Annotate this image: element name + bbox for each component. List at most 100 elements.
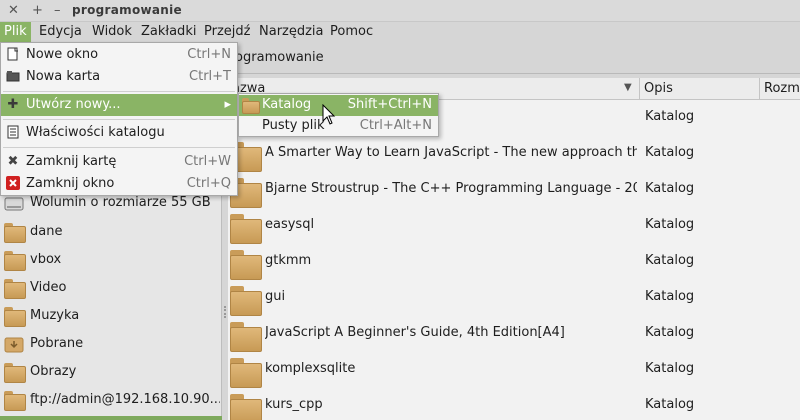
file-row[interactable]: JavaScript A Beginner's Guide, 4th Editi… (228, 316, 800, 352)
menu-edit[interactable]: Edycja (35, 22, 86, 42)
file-name: kurs_cpp (265, 397, 323, 412)
submenu-item-shortcut: Shift+Ctrl+N (347, 97, 432, 112)
file-row[interactable]: gui Katalog (228, 280, 800, 316)
submenu-arrow-icon: ▸ (224, 97, 231, 112)
file-description: Katalog (645, 217, 695, 232)
folder-icon (230, 250, 262, 280)
file-menu: Nowe okno Ctrl+N Nowa karta Ctrl+T ✚ Utw… (0, 42, 238, 196)
sidebar-item-label: ftp://admin@192.168.10.90... (30, 392, 220, 407)
new-tab-icon (5, 69, 21, 85)
menu-bookmarks[interactable]: Zakładki (137, 22, 200, 42)
menu-item-shortcut: Ctrl+N (187, 47, 231, 62)
submenu-item-shortcut: Ctrl+Alt+N (359, 118, 432, 133)
file-description: Katalog (645, 109, 695, 124)
menu-separator (3, 119, 235, 120)
file-name: Bjarne Stroustrup - The C++ Programming … (265, 181, 637, 196)
file-name: gtkmm (265, 253, 312, 268)
menu-tools[interactable]: Narzędzia (255, 22, 328, 42)
file-row[interactable]: easysql Katalog (228, 208, 800, 244)
menu-item-close-window[interactable]: Zamknij okno Ctrl+Q (1, 173, 237, 195)
submenu-item-empty-file[interactable]: Pusty plik Ctrl+Alt+N (239, 116, 438, 137)
submenu-item-label: Pusty plik (262, 118, 325, 133)
file-description: Katalog (645, 145, 695, 160)
sidebar-item-label: Wolumin o rozmiarze 55 GB (30, 195, 211, 210)
column-description[interactable]: Opis (640, 78, 760, 100)
sort-arrow-icon: ▼ (624, 82, 632, 93)
menu-item-label: Zamknij okno (26, 176, 115, 191)
sidebar-item-dane[interactable]: dane (0, 219, 222, 247)
path-segment-button[interactable]: rogramowanie (230, 50, 324, 65)
minimize-window-icon[interactable]: – (54, 3, 61, 18)
mouse-cursor-icon (322, 104, 336, 125)
window-title: programowanie (72, 3, 182, 17)
folder-icon (4, 307, 26, 327)
menu-item-shortcut: Ctrl+T (189, 69, 231, 84)
file-name: gui (265, 289, 286, 304)
sidebar-item-pobrane[interactable]: Pobrane (0, 331, 222, 359)
folder-icon (242, 98, 260, 114)
file-row[interactable]: komplexsqlite Katalog (228, 352, 800, 388)
sidebar-item-vbox[interactable]: vbox (0, 247, 222, 275)
sidebar-item-muzyka[interactable]: Muzyka (0, 303, 222, 331)
menu-item-label: Zamknij kartę (26, 154, 117, 169)
maximize-window-icon[interactable]: + (32, 3, 43, 18)
sidebar-item-label: Video (30, 280, 67, 295)
folder-icon (230, 322, 262, 352)
folder-icon (230, 358, 262, 388)
sidebar-item-label: Muzyka (30, 308, 80, 323)
file-row[interactable]: A Smarter Way to Learn JavaScript - The … (228, 136, 800, 172)
menu-item-new-window[interactable]: Nowe okno Ctrl+N (1, 44, 237, 66)
file-row[interactable]: Bjarne Stroustrup - The C++ Programming … (228, 172, 800, 208)
column-size[interactable]: Rozmi (760, 78, 800, 100)
menu-item-label: Utwórz nowy... (26, 97, 121, 112)
folder-icon (230, 286, 262, 316)
create-new-submenu: Katalog Shift+Ctrl+N Pusty plik Ctrl+Alt… (238, 93, 439, 137)
file-description: Katalog (645, 361, 695, 376)
close-tab-icon: ✖ (7, 154, 19, 169)
properties-icon (5, 125, 21, 141)
menu-separator (3, 147, 235, 148)
sidebar-item-obrazy[interactable]: Obrazy (0, 359, 222, 387)
file-row[interactable]: gtkmm Katalog (228, 244, 800, 280)
sidebar-item-label: Obrazy (30, 364, 77, 379)
folder-icon (4, 251, 26, 271)
sidebar-item-label: vbox (30, 252, 62, 267)
folder-icon (4, 279, 26, 299)
menu-item-folder-properties[interactable]: Właściwości katalogu (1, 122, 237, 144)
submenu-item-label: Katalog (262, 97, 312, 112)
file-description: Katalog (645, 253, 695, 268)
menu-item-label: Nowa karta (26, 69, 101, 84)
menu-item-label: Właściwości katalogu (26, 125, 165, 140)
folder-icon (4, 363, 26, 383)
file-name: A Smarter Way to Learn JavaScript - The … (265, 145, 637, 160)
close-window-icon[interactable]: ✕ (8, 3, 19, 18)
submenu-item-folder[interactable]: Katalog Shift+Ctrl+N (239, 95, 438, 116)
title-bar: ✕ + – programowanie (0, 0, 800, 22)
menu-item-shortcut: Ctrl+W (184, 154, 231, 169)
menu-item-label: Nowe okno (26, 47, 99, 62)
file-description: Katalog (645, 397, 695, 412)
menu-bar: Plik Edycja Widok Zakładki Przejdź Narzę… (0, 22, 800, 42)
menu-go[interactable]: Przejdź (200, 22, 254, 42)
folder-icon (4, 223, 26, 243)
new-window-icon (5, 47, 21, 63)
menu-item-close-tab[interactable]: ✖ Zamknij kartę Ctrl+W (1, 151, 237, 173)
menu-item-shortcut: Ctrl+Q (186, 176, 231, 191)
menu-item-create-new[interactable]: ✚ Utwórz nowy... ▸ (1, 94, 237, 116)
add-icon: ✚ (7, 97, 19, 112)
file-description: Katalog (645, 325, 695, 340)
sidebar-item-label: dane (30, 224, 63, 239)
file-name: komplexsqlite (265, 361, 356, 376)
menu-separator (3, 91, 235, 92)
sidebar-item-video[interactable]: Video (0, 275, 222, 303)
folder-icon (230, 394, 262, 420)
close-window-icon (5, 176, 21, 192)
download-folder-icon (4, 335, 24, 353)
sidebar-item-ftp[interactable]: ftp://admin@192.168.10.90... (0, 387, 222, 415)
menu-help[interactable]: Pomoc (326, 22, 377, 42)
menu-view[interactable]: Widok (88, 22, 136, 42)
sidebar-item-label: Pobrane (30, 336, 84, 351)
file-row[interactable]: kurs_cpp Katalog (228, 388, 800, 420)
menu-file[interactable]: Plik (0, 22, 31, 42)
menu-item-new-tab[interactable]: Nowa karta Ctrl+T (1, 66, 237, 88)
